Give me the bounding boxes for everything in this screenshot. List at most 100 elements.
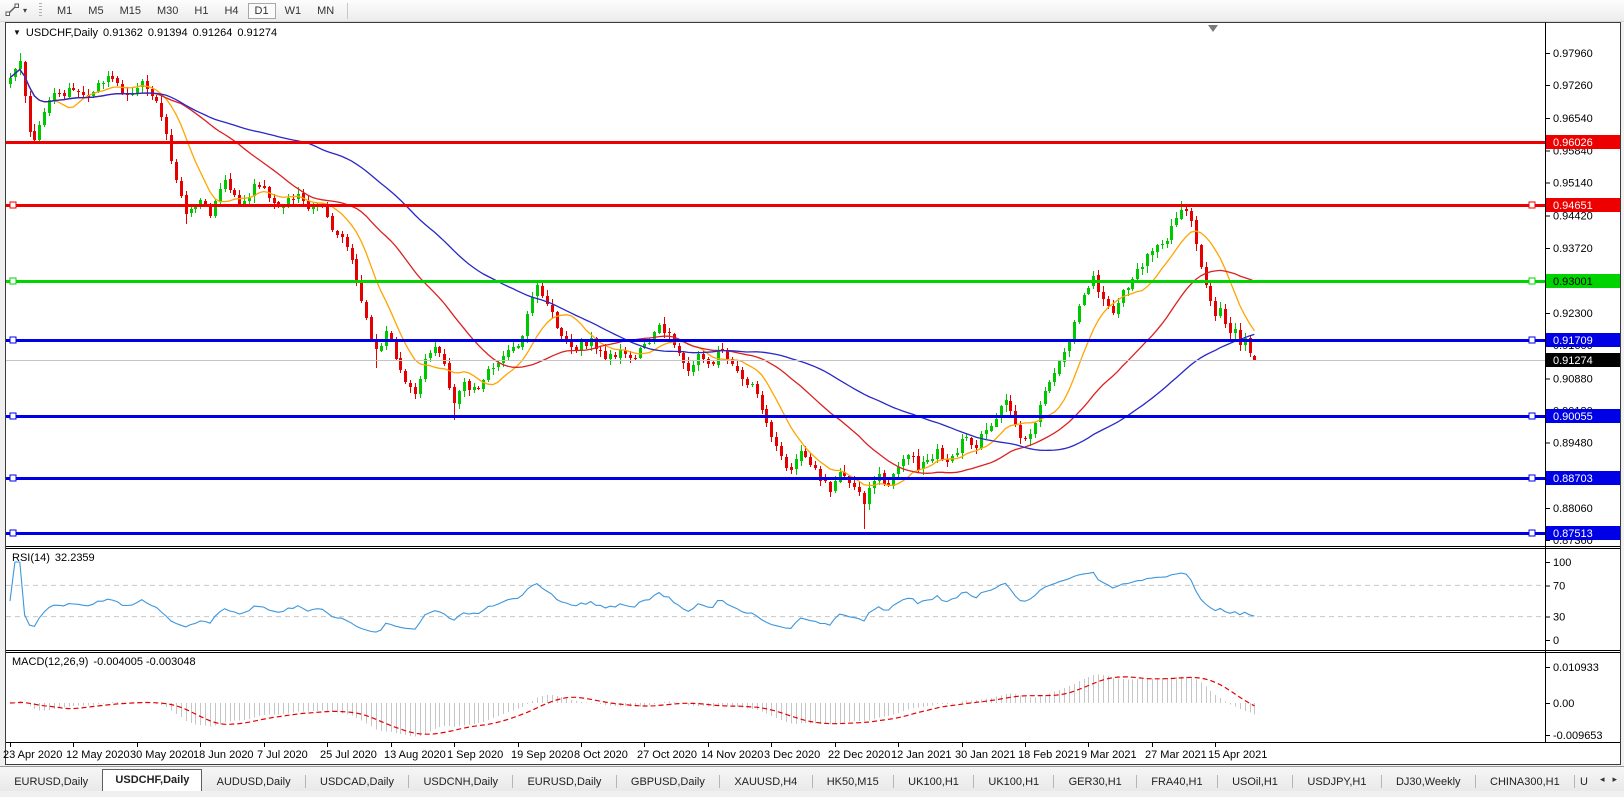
symbol-period-label: USDCHF,Daily — [26, 27, 98, 39]
toolbar-grip[interactable] — [39, 3, 42, 18]
tabs-scroll-left-icon[interactable]: ◂ — [1596, 774, 1609, 785]
hline-handle[interactable] — [1529, 202, 1535, 208]
price-tick: 0.94420 — [1553, 211, 1593, 223]
current-price-tag: 0.91274 — [1546, 353, 1620, 367]
hline-handle[interactable] — [10, 278, 16, 284]
hline-handle[interactable] — [1529, 337, 1535, 343]
date-label: 15 Apr 2021 — [1208, 749, 1267, 761]
macd-scale-tick: 0.010933 — [1553, 662, 1599, 674]
trendline-glyph — [5, 3, 20, 18]
hline-handle[interactable] — [1529, 278, 1535, 284]
price-tick: 0.89480 — [1553, 438, 1593, 450]
date-label: 3 Dec 2020 — [764, 749, 820, 761]
hline-handle[interactable] — [10, 530, 16, 536]
tab-overflow[interactable]: U — [1575, 773, 1593, 791]
price-tag-0.90055: 0.90055 — [1546, 409, 1620, 423]
rsi-value: 32.2359 — [55, 552, 95, 564]
hline-handle[interactable] — [10, 475, 16, 481]
tab-audusd-daily[interactable]: AUDUSD,Daily — [202, 773, 304, 791]
timeframe-M5[interactable]: M5 — [81, 3, 110, 19]
date-label: 7 Jul 2020 — [257, 749, 308, 761]
svg-text:0.91709: 0.91709 — [1553, 335, 1593, 347]
timeframe-H1[interactable]: H1 — [187, 3, 215, 19]
tab-usdchf-daily[interactable]: USDCHF,Daily — [102, 769, 202, 791]
price-tag-0.87513: 0.87513 — [1546, 526, 1620, 540]
tab-usdcad-daily[interactable]: USDCAD,Daily — [306, 773, 408, 791]
price-tag-0.91709: 0.91709 — [1546, 333, 1620, 347]
ohlc-high: 0.91394 — [148, 27, 188, 39]
price-tag-0.93001: 0.93001 — [1546, 274, 1620, 288]
tab-usdjpy-h1[interactable]: USDJPY,H1 — [1293, 773, 1381, 791]
date-label: 23 Apr 2020 — [3, 749, 62, 761]
date-label: 25 Jul 2020 — [320, 749, 377, 761]
hline-handle[interactable] — [10, 413, 16, 419]
toolbar-separator — [347, 3, 348, 19]
symbol-tabbar: EURUSD,DailyUSDCHF,DailyAUDUSD,DailyUSDC… — [0, 766, 1624, 791]
chart-title: ▼ USDCHF,Daily 0.91362 0.91394 0.91264 0.9127… — [13, 27, 277, 39]
svg-text:0.90055: 0.90055 — [1553, 411, 1593, 423]
ohlc-open: 0.91362 — [103, 27, 143, 39]
hline-handle[interactable] — [1529, 413, 1535, 419]
tab-ger30-h1[interactable]: GER30,H1 — [1054, 773, 1136, 791]
price-tick: 0.92300 — [1553, 308, 1593, 320]
tab-fra40-h1[interactable]: FRA40,H1 — [1137, 773, 1217, 791]
date-label: 18 Feb 2021 — [1018, 749, 1080, 761]
timeframe-M30[interactable]: M30 — [150, 3, 185, 19]
price-tick: 0.96540 — [1553, 113, 1593, 125]
macd-indicator-label: MACD(12,26,9)-0.004005 -0.003048 — [12, 656, 196, 668]
rsi-scale-tick: 100 — [1553, 557, 1571, 569]
date-label: 9 Mar 2021 — [1081, 749, 1137, 761]
svg-text:0.88703: 0.88703 — [1553, 473, 1593, 485]
date-label: 27 Mar 2021 — [1145, 749, 1207, 761]
tab-gbpusd-daily[interactable]: GBPUSD,Daily — [617, 773, 719, 791]
rsi-scale-tick: 0 — [1553, 635, 1559, 647]
chevron-down-icon[interactable]: ▾ — [23, 6, 27, 15]
tab-eurusd-daily[interactable]: EURUSD,Daily — [0, 773, 102, 791]
date-label: 30 Jan 2021 — [955, 749, 1016, 761]
line-studies-icon[interactable]: ▾ — [3, 2, 29, 19]
tab-xauusd-h4[interactable]: XAUUSD,H4 — [720, 773, 811, 791]
chart-window[interactable]: 0.979600.972600.965400.958400.951400.944… — [0, 0, 1624, 766]
tab-usdcnh-daily[interactable]: USDCNH,Daily — [409, 773, 512, 791]
timeframe-D1[interactable]: D1 — [248, 3, 276, 19]
ohlc-close: 0.91274 — [237, 27, 277, 39]
date-label: 22 Dec 2020 — [828, 749, 890, 761]
ohlc-low: 0.91264 — [193, 27, 233, 39]
date-label: 19 Sep 2020 — [511, 749, 573, 761]
rsi-scale-tick: 30 — [1553, 612, 1565, 624]
tabs-scroll-right-icon[interactable]: ▸ — [1608, 774, 1621, 785]
price-tick: 0.95140 — [1553, 178, 1593, 190]
hline-handle[interactable] — [10, 202, 16, 208]
tab-china300-h1[interactable]: CHINA300,H1 — [1476, 773, 1574, 791]
tab-eurusd-daily[interactable]: EURUSD,Daily — [513, 773, 615, 791]
tab-uk100-h1[interactable]: UK100,H1 — [974, 773, 1053, 791]
date-label: 14 Nov 2020 — [701, 749, 763, 761]
chart-menu-arrow[interactable]: ▼ — [13, 28, 21, 37]
price-tag-0.94651: 0.94651 — [1546, 198, 1620, 212]
tab-hk50-m15[interactable]: HK50,M15 — [813, 773, 893, 791]
svg-text:0.94651: 0.94651 — [1553, 200, 1593, 212]
tab-dj30-weekly[interactable]: DJ30,Weekly — [1382, 773, 1475, 791]
rsi-indicator-label: RSI(14)32.2359 — [12, 552, 95, 564]
price-tag-0.96026: 0.96026 — [1546, 135, 1620, 149]
date-label: 18 Jun 2020 — [193, 749, 254, 761]
tab-usoil-h1[interactable]: USOil,H1 — [1218, 773, 1292, 791]
timeframe-W1[interactable]: W1 — [278, 3, 309, 19]
hline-handle[interactable] — [1529, 475, 1535, 481]
svg-text:0.93001: 0.93001 — [1553, 276, 1593, 288]
hline-handle[interactable] — [10, 337, 16, 343]
timeframe-H4[interactable]: H4 — [217, 3, 245, 19]
date-label: 8 Oct 2020 — [574, 749, 628, 761]
tab-uk100-h1[interactable]: UK100,H1 — [894, 773, 973, 791]
date-label: 13 Aug 2020 — [384, 749, 446, 761]
timeframe-MN[interactable]: MN — [310, 3, 341, 19]
hline-handle[interactable] — [1529, 530, 1535, 536]
price-tick: 0.93720 — [1553, 243, 1593, 255]
svg-text:0.87513: 0.87513 — [1553, 528, 1593, 540]
svg-text:0.91274: 0.91274 — [1553, 355, 1593, 367]
rsi-scale-tick: 70 — [1553, 580, 1565, 592]
timeframe-M15[interactable]: M15 — [113, 3, 148, 19]
price-tick: 0.97260 — [1553, 80, 1593, 92]
timeframe-M1[interactable]: M1 — [50, 3, 79, 19]
price-tick: 0.97960 — [1553, 48, 1593, 60]
